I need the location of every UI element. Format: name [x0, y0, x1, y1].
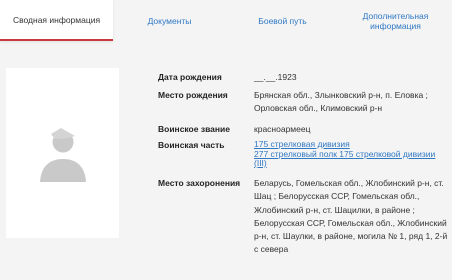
- unit-links: 175 стрелковая дивизия 277 стрелковый по…: [254, 139, 448, 177]
- unit-label: Воинская часть: [158, 140, 225, 150]
- rank-value: красноармеец: [254, 124, 311, 134]
- birthdate-value: __.__.1923: [254, 72, 297, 82]
- person-info: Дата рождения __.__.1923 Место рождения …: [158, 71, 448, 257]
- birthplace-row: Место рождения Брянская обл., Злынковски…: [158, 89, 448, 123]
- rank-row: Воинское звание красноармеец: [158, 123, 448, 139]
- tab-documents[interactable]: Документы: [113, 0, 226, 41]
- regiment-link[interactable]: 277 стрелковый полк 175 стрелковой дивиз…: [254, 149, 448, 169]
- birthdate-row: Дата рождения __.__.1923: [158, 71, 448, 89]
- photo-placeholder: [6, 68, 119, 238]
- unit-row: Воинская часть 175 стрелковая дивизия 27…: [158, 139, 448, 177]
- birthdate-label: Дата рождения: [158, 72, 222, 82]
- burial-label: Место захоронения: [158, 178, 241, 188]
- burial-row: Место захоронения Беларусь, Гомельская о…: [158, 177, 448, 257]
- tab-summary[interactable]: Сводная информация: [0, 0, 113, 41]
- burial-value: Беларусь, Гомельская обл., Жлобинский р-…: [254, 178, 448, 255]
- tab-combat-path[interactable]: Боевой путь: [226, 0, 339, 41]
- tab-additional-info[interactable]: Дополнительная информация: [339, 0, 452, 41]
- person-silhouette-icon: [39, 128, 86, 182]
- rank-label: Воинское звание: [158, 124, 230, 134]
- tab-bar: Сводная информация Документы Боевой путь…: [0, 0, 452, 41]
- birthplace-label: Место рождения: [158, 90, 228, 100]
- birthplace-value: Брянская обл., Злынковский р-н, п. Еловк…: [254, 90, 428, 114]
- tab-additional-info-label: Дополнительная информация: [362, 10, 429, 31]
